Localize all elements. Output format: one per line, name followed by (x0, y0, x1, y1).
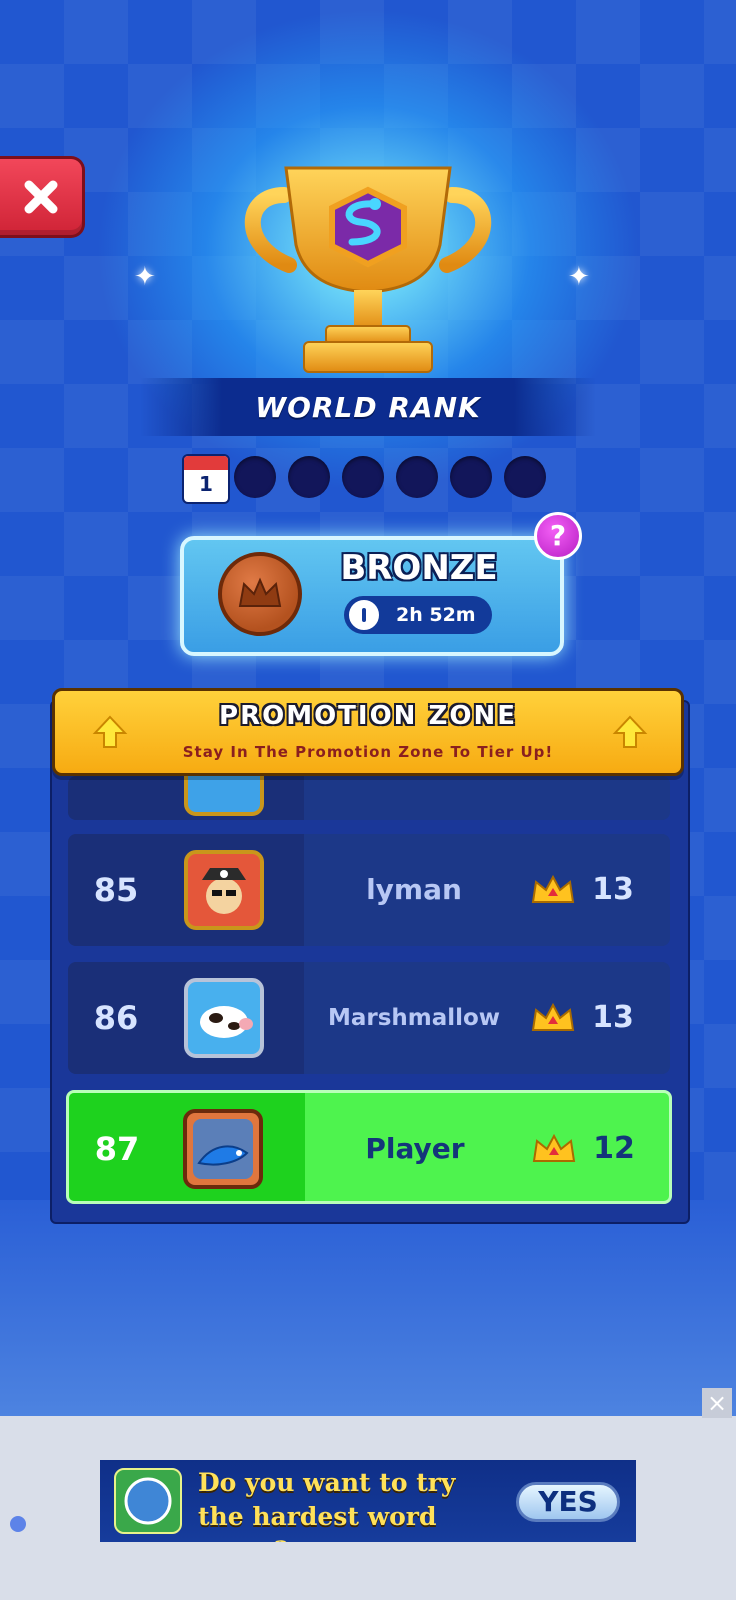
row-score: 13 (592, 872, 634, 907)
blue-snake-avatar (183, 1109, 263, 1189)
word-game-logo-icon (114, 1468, 182, 1534)
bronze-medal-icon (218, 552, 302, 636)
pirate-cat-avatar (184, 850, 264, 930)
day-dot (288, 456, 330, 498)
page-title: WORLD RANK (255, 390, 481, 424)
row-rank: 85 (93, 871, 139, 909)
crown-icon (532, 1133, 576, 1162)
ad-close-button[interactable]: × (702, 1388, 732, 1418)
day-dot (342, 456, 384, 498)
crown-icon (531, 874, 575, 903)
day-dot (234, 456, 276, 498)
time-left: 2h 52m (396, 604, 476, 626)
ad-text: Do you want to try the hardest word game… (198, 1466, 518, 1542)
row-player-name: Marshmallow (327, 1005, 501, 1031)
promotion-zone-banner: PROMOTION ZONE Stay In The Promotion Zon… (52, 688, 684, 776)
table-row[interactable]: 86 Marshmallow 13 (68, 962, 670, 1074)
tier-card: BRONZE 2h 52m (180, 536, 564, 656)
cow-avatar (184, 978, 264, 1058)
promotion-subtitle: Stay In The Promotion Zone To Tier Up! (182, 743, 554, 761)
world-rank-banner: WORLD RANK (140, 378, 596, 436)
table-row-player[interactable]: 87 Player 12 (66, 1090, 672, 1204)
help-button[interactable]: ? (534, 512, 582, 560)
close-button[interactable] (0, 156, 85, 238)
background-bottom (0, 1200, 736, 1416)
day-dot (396, 456, 438, 498)
ad-line-2: the hardest word game? (198, 1502, 437, 1542)
row-score: 13 (592, 1000, 634, 1035)
day-dot (450, 456, 492, 498)
day-dot (504, 456, 546, 498)
close-icon (24, 180, 58, 214)
timer-icon (346, 597, 382, 633)
day-progress: 1 (180, 452, 560, 504)
calendar-icon: 1 (182, 454, 230, 504)
table-row[interactable] (68, 776, 670, 820)
row-rank: 86 (93, 999, 139, 1037)
ad-banner[interactable]: Do you want to try the hardest word game… (100, 1460, 636, 1542)
ad-yes-button[interactable]: YES (516, 1482, 620, 1522)
trophy-icon (244, 166, 492, 373)
promotion-title: PROMOTION ZONE (219, 701, 517, 731)
row-player-name: lyman (366, 873, 462, 906)
table-row[interactable]: 85 lyman 13 (68, 834, 670, 946)
up-arrow-icon (612, 715, 648, 748)
sparkle-icon: ✦ (134, 262, 156, 292)
row-score: 12 (593, 1131, 635, 1166)
ad-line-1: Do you want to try (198, 1468, 456, 1497)
row-rank: 87 (94, 1130, 140, 1168)
timer-pill: 2h 52m (344, 596, 492, 634)
sparkle-icon: ✦ (568, 262, 590, 292)
row-player-name: Player (365, 1132, 465, 1165)
ad-indicator-dot (10, 1516, 26, 1532)
avatar (184, 776, 264, 816)
crown-icon (531, 1002, 575, 1031)
calendar-day: 1 (199, 472, 213, 496)
tier-name: BRONZE (340, 548, 498, 588)
